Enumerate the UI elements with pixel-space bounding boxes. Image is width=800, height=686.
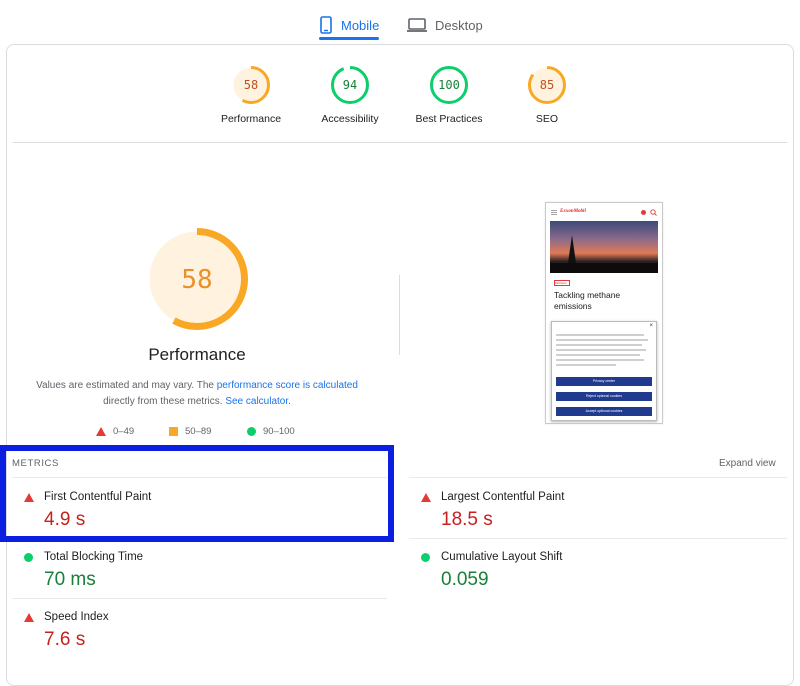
article-tag: Methane (554, 280, 570, 286)
metric-name: Total Blocking Time (44, 551, 144, 563)
metric-value: 70 ms (44, 569, 96, 590)
category-gauge: 100 (430, 66, 468, 104)
metric-value: 7.6 s (44, 629, 86, 650)
triangle-icon (24, 613, 34, 622)
category-gauge: 58 (232, 66, 270, 104)
text-line (556, 344, 642, 346)
performance-title: Performance (148, 345, 246, 364)
text-line (556, 349, 646, 351)
triangle-icon (421, 493, 431, 502)
category-seo[interactable]: 85 SEO (497, 65, 597, 125)
divider (12, 598, 387, 599)
category-performance[interactable]: 58 Performance (201, 65, 301, 125)
brand-logo: ExxonMobil (560, 209, 586, 214)
divider (409, 477, 787, 478)
metrics-header: METRICS (12, 458, 59, 469)
tab-mobile[interactable]: Mobile (319, 10, 379, 40)
hero-image (550, 221, 658, 273)
gauge-score: 85 (540, 78, 554, 92)
note-text: Values are estimated and may vary. The (36, 380, 217, 391)
performance-score-link[interactable]: performance score is calculated (217, 380, 358, 391)
metric-fcp: First Contentful Paint 4.9 s (12, 487, 372, 545)
accept-cookies-button: Accept optional cookies (556, 407, 652, 416)
text-line (556, 364, 616, 366)
gauge-score: 58 (244, 78, 258, 92)
note-text-2: directly from these metrics. (103, 396, 226, 407)
expand-view-button[interactable]: Expand view (719, 458, 776, 469)
metric-name: Largest Contentful Paint (441, 491, 565, 503)
search-icon (650, 209, 657, 216)
metric-value: 0.059 (441, 569, 489, 590)
red-dot-icon (641, 210, 646, 215)
category-gauge: 94 (331, 66, 369, 104)
category-best-practices[interactable]: 100 Best Practices (399, 65, 499, 125)
category-label: Best Practices (415, 113, 483, 125)
phone-icon (320, 16, 332, 34)
category-label: Performance (220, 113, 282, 125)
gauge-score: 58 (181, 265, 212, 295)
divider (409, 538, 787, 539)
divider (12, 538, 387, 539)
cookie-banner: × Privacy center Reject optional cookies… (551, 321, 657, 421)
divider (13, 142, 787, 143)
divider (12, 477, 387, 478)
triangle-icon (24, 493, 34, 502)
text-line (556, 354, 640, 356)
drilling-rig-image (550, 235, 658, 273)
metric-tbt: Total Blocking Time 70 ms (12, 547, 372, 605)
metric-value: 4.9 s (44, 509, 86, 530)
metric-speed-index: Speed Index 7.6 s (12, 607, 372, 665)
category-label: SEO (535, 113, 559, 125)
text-line (556, 339, 648, 341)
square-icon (169, 427, 178, 436)
gauge-score: 94 (343, 78, 357, 92)
active-tab-indicator (319, 37, 379, 40)
legend-poor-label: 0–49 (113, 426, 135, 437)
score-note: Values are estimated and may vary. The p… (29, 378, 365, 410)
circle-icon (24, 553, 33, 562)
tab-desktop[interactable]: Desktop (407, 10, 483, 40)
circle-icon (247, 427, 256, 436)
gauge-score: 100 (438, 78, 460, 92)
metric-lcp: Largest Contentful Paint 18.5 s (409, 487, 769, 545)
article-tag-label: Methane (555, 281, 567, 285)
vertical-divider (399, 275, 400, 355)
metric-value: 18.5 s (441, 509, 493, 530)
legend-poor: 0–49 (96, 426, 134, 437)
performance-gauge: 58 (146, 228, 248, 330)
privacy-center-button: Privacy center (556, 377, 652, 386)
tab-desktop-label: Desktop (435, 17, 483, 33)
metric-name: First Contentful Paint (44, 491, 152, 503)
note-end: . (288, 396, 291, 407)
calculator-link[interactable]: See calculator (225, 396, 288, 407)
laptop-icon (407, 18, 427, 32)
reject-cookies-button: Reject optional cookies (556, 392, 652, 401)
triangle-icon (96, 427, 106, 436)
tab-mobile-label: Mobile (341, 17, 380, 33)
legend-good: 90–100 (247, 426, 295, 437)
page-screenshot-preview: ExxonMobil Methane Tackling methane emis… (545, 202, 663, 424)
legend-average-label: 50–89 (185, 426, 212, 437)
device-tabs: Mobile Desktop (0, 0, 800, 42)
metric-name: Cumulative Layout Shift (441, 551, 563, 563)
circle-icon (421, 553, 430, 562)
text-line (556, 334, 644, 336)
report-panel: 58 Performance 94 Accessibility 100 Best Prac… (6, 44, 794, 686)
legend-good-label: 90–100 (263, 426, 295, 437)
article-headline: Tackling methane emissions (554, 290, 621, 311)
legend-average: 50–89 (169, 426, 211, 437)
close-icon: × (649, 323, 653, 329)
text-line (556, 359, 644, 361)
category-label: Accessibility (321, 113, 379, 125)
category-gauge: 85 (528, 66, 566, 104)
menu-icon (551, 210, 557, 215)
metric-name: Speed Index (44, 611, 109, 623)
category-accessibility[interactable]: 94 Accessibility (300, 65, 400, 125)
metric-cls: Cumulative Layout Shift 0.059 (409, 547, 769, 605)
